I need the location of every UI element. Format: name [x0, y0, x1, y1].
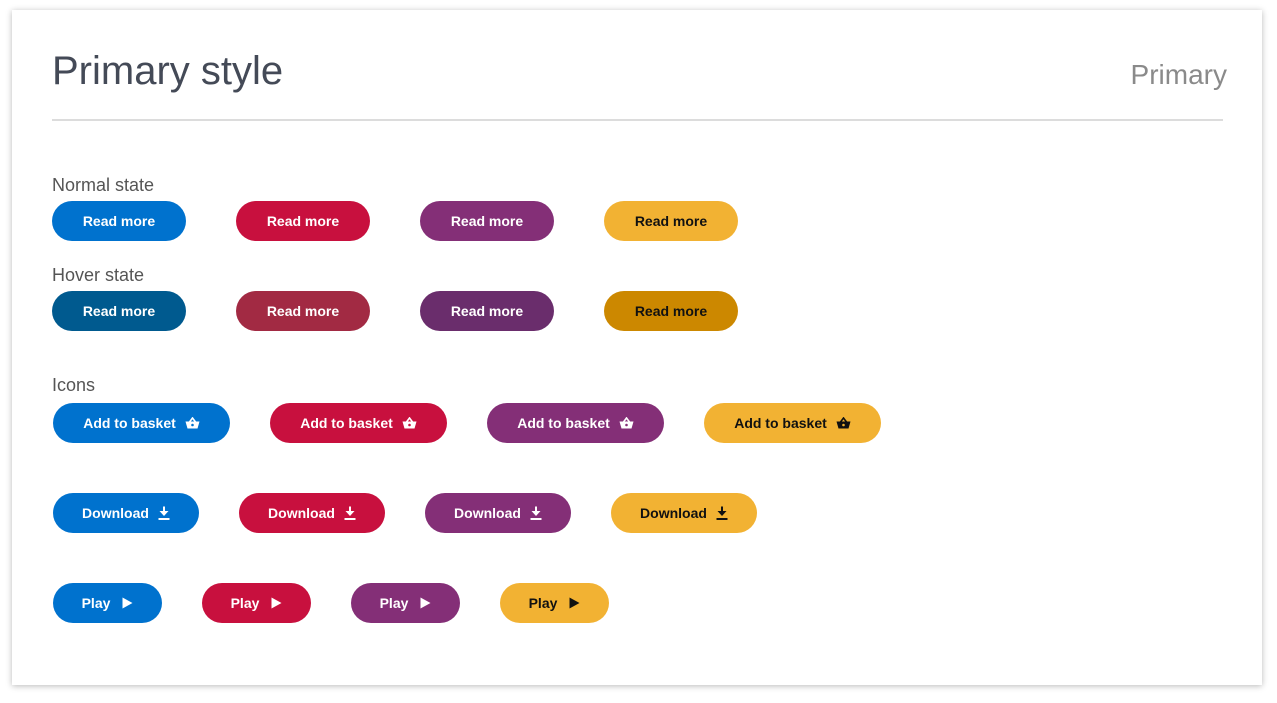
basket-icon [185, 417, 200, 429]
hover-state-label: Hover state [52, 265, 145, 285]
play-icon [271, 597, 282, 609]
read-more-button-red[interactable]: Read more [236, 201, 370, 241]
style-card: Primary style Primary Normal state Read … [12, 10, 1262, 685]
button-label: Play [528, 595, 558, 611]
read-more-hover-button-yellow[interactable]: Read more [604, 291, 738, 331]
add-to-basket-button-purple[interactable]: Add to basket [487, 403, 664, 443]
download-icon [530, 506, 542, 520]
normal-state-label: Normal state [52, 175, 155, 195]
button-label: Play [81, 595, 111, 611]
download-button-red[interactable]: Download [239, 493, 385, 533]
button-label: Add to basket [83, 415, 176, 431]
read-more-hover-button-blue[interactable]: Read more [52, 291, 186, 331]
play-button-yellow[interactable]: Play [500, 583, 609, 623]
play-icon [569, 597, 580, 609]
button-label: Read more [634, 303, 708, 319]
add-to-basket-button-red[interactable]: Add to basket [270, 403, 447, 443]
button-label: Read more [266, 303, 340, 319]
button-label: Add to basket [517, 415, 610, 431]
download-button-purple[interactable]: Download [425, 493, 571, 533]
basket-icon [402, 417, 417, 429]
button-label: Play [230, 595, 260, 611]
header-divider [52, 119, 1223, 121]
play-icon [420, 597, 431, 609]
read-more-hover-button-purple[interactable]: Read more [420, 291, 554, 331]
button-label: Read more [450, 303, 524, 319]
read-more-button-blue[interactable]: Read more [52, 201, 186, 241]
button-label: Download [454, 505, 521, 521]
button-label: Read more [82, 303, 156, 319]
button-label: Read more [266, 213, 340, 229]
play-button-purple[interactable]: Play [351, 583, 460, 623]
download-icon [716, 506, 728, 520]
play-icon [122, 597, 133, 609]
button-label: Download [268, 505, 335, 521]
icons-label: Icons [52, 375, 96, 395]
button-label: Read more [634, 213, 708, 229]
button-label: Add to basket [734, 415, 827, 431]
add-to-basket-button-blue[interactable]: Add to basket [53, 403, 230, 443]
download-button-blue[interactable]: Download [53, 493, 199, 533]
style-tag: Primary [1130, 59, 1227, 90]
download-icon [344, 506, 356, 520]
basket-icon [619, 417, 634, 429]
download-button-yellow[interactable]: Download [611, 493, 757, 533]
read-more-button-yellow[interactable]: Read more [604, 201, 738, 241]
button-label: Read more [82, 213, 156, 229]
button-label: Play [379, 595, 409, 611]
page-title: Primary style [52, 49, 284, 93]
play-button-blue[interactable]: Play [53, 583, 162, 623]
play-button-red[interactable]: Play [202, 583, 311, 623]
read-more-button-purple[interactable]: Read more [420, 201, 554, 241]
basket-icon [836, 417, 851, 429]
add-to-basket-button-yellow[interactable]: Add to basket [704, 403, 881, 443]
button-label: Add to basket [300, 415, 393, 431]
button-label: Download [82, 505, 149, 521]
button-label: Download [640, 505, 707, 521]
download-icon [158, 506, 170, 520]
button-label: Read more [450, 213, 524, 229]
read-more-hover-button-red[interactable]: Read more [236, 291, 370, 331]
